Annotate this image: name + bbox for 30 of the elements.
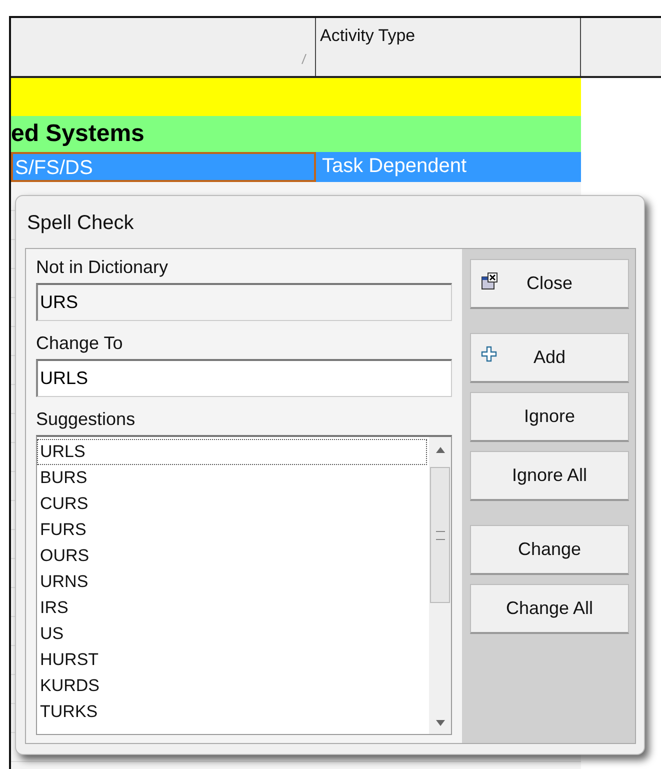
list-item[interactable]: KURDS xyxy=(37,673,427,699)
field-label: Suggestions xyxy=(36,409,136,430)
list-item[interactable]: IRS xyxy=(37,595,427,621)
dialog-button[interactable]: Change xyxy=(470,525,629,575)
scrollbar[interactable] xyxy=(429,437,451,734)
list-item[interactable]: OURS xyxy=(37,543,427,569)
group-row: ed Systems xyxy=(11,116,581,152)
dialog-button[interactable]: Ignore xyxy=(470,392,629,442)
dialog-title: Spell Check xyxy=(26,211,135,236)
list-item[interactable]: URLS xyxy=(37,439,427,465)
dialog-button[interactable]: Add xyxy=(470,333,629,383)
field-label: Change To xyxy=(36,333,124,354)
scroll-thumb[interactable] xyxy=(430,467,450,603)
scroll-up-icon[interactable] xyxy=(436,447,444,453)
field-label: Not in Dictionary xyxy=(36,257,170,278)
scroll-down-icon[interactable] xyxy=(436,720,444,726)
list-item[interactable]: HURST xyxy=(37,647,427,673)
dialog-button[interactable]: Close xyxy=(470,259,629,309)
list-item[interactable]: FURS xyxy=(37,517,427,543)
plus-icon xyxy=(481,346,497,362)
list-item[interactable]: CURS xyxy=(37,491,427,517)
list-item[interactable]: TURKS xyxy=(37,699,427,725)
close-window-icon xyxy=(481,272,499,290)
list-item[interactable]: URNS xyxy=(37,569,427,595)
input-field[interactable]: URLS xyxy=(36,359,452,397)
dialog-button[interactable]: Change All xyxy=(470,584,629,634)
list-item[interactable]: US xyxy=(37,621,427,647)
dialog-button[interactable]: Ignore All xyxy=(470,451,629,501)
input-field[interactable]: URS xyxy=(36,283,452,321)
list-item[interactable]: BURS xyxy=(37,465,427,491)
